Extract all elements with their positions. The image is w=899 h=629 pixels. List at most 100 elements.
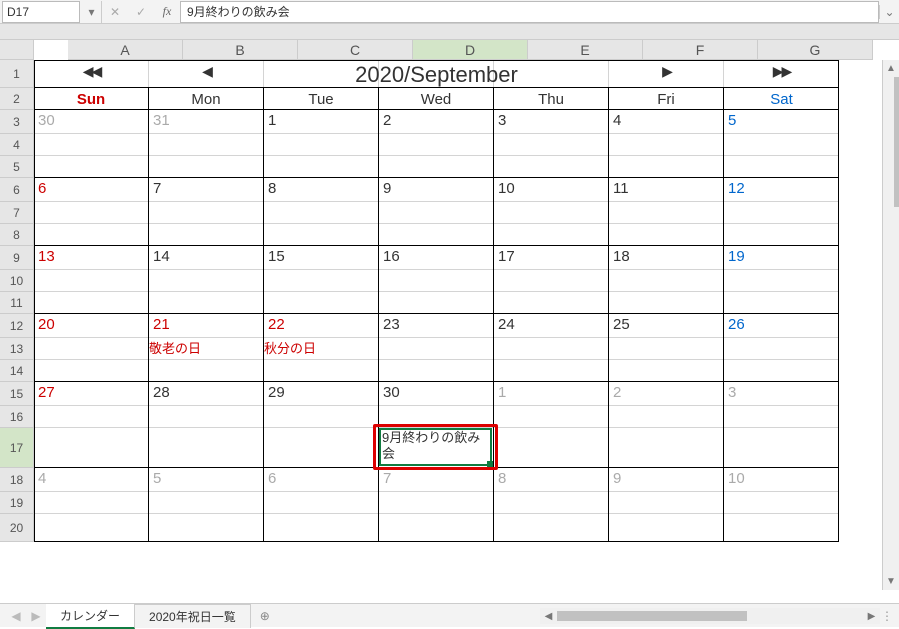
formula-input[interactable]: 9月終わりの飲み会: [180, 1, 879, 23]
vertical-scrollbar[interactable]: ▲ ▼: [882, 60, 899, 590]
holiday-label: 秋分の日: [264, 338, 379, 360]
highlight-box: [373, 424, 498, 470]
col-header[interactable]: F: [643, 40, 758, 60]
cancel-icon[interactable]: ✕: [102, 5, 128, 19]
row-header[interactable]: 9: [0, 246, 34, 270]
tab-next-icon[interactable]: ▶: [26, 609, 46, 623]
day-number: 4: [34, 468, 149, 492]
row-header[interactable]: 2: [0, 88, 34, 110]
namebox-dropdown-icon[interactable]: ▾: [82, 1, 102, 23]
holiday-label: 敬老の日: [149, 338, 264, 360]
day-number: 3: [494, 110, 609, 134]
day-number: 19: [724, 246, 839, 270]
row-header[interactable]: 10: [0, 270, 34, 292]
col-header[interactable]: C: [298, 40, 413, 60]
day-number: 2: [379, 110, 494, 134]
row-header[interactable]: 1: [0, 60, 34, 88]
day-number: 20: [34, 314, 149, 338]
sheet-area[interactable]: 2020/September◀◀◀▶▶▶SunMonTueWedThuFriSa…: [34, 60, 839, 542]
row-header[interactable]: 6: [0, 178, 34, 202]
row-header[interactable]: 8: [0, 224, 34, 246]
day-number: 8: [264, 178, 379, 202]
hscroll-right-icon[interactable]: ▶: [863, 611, 880, 622]
row-header[interactable]: 7: [0, 202, 34, 224]
day-number: 8: [494, 468, 609, 492]
day-number: 30: [379, 382, 494, 406]
vscroll-thumb[interactable]: [894, 77, 899, 207]
col-header[interactable]: B: [183, 40, 298, 60]
confirm-icon[interactable]: ✓: [128, 5, 154, 19]
row-header[interactable]: 12: [0, 314, 34, 338]
sheet-tabs-bar: ◀ ▶ カレンダー 2020年祝日一覧 ⊕ ⋮ ◀ ▶: [0, 603, 899, 627]
day-number: 24: [494, 314, 609, 338]
header-row: ABCDEFG: [0, 40, 899, 60]
row-header[interactable]: 17: [0, 428, 34, 468]
day-number: 7: [149, 178, 264, 202]
day-number: 16: [379, 246, 494, 270]
day-number: 13: [34, 246, 149, 270]
row-header[interactable]: 5: [0, 156, 34, 178]
day-number: 5: [724, 110, 839, 134]
day-number: 28: [149, 382, 264, 406]
row-header[interactable]: 15: [0, 382, 34, 406]
formula-value: 9月終わりの飲み会: [187, 3, 290, 20]
day-label: Thu: [494, 88, 609, 110]
col-header[interactable]: D: [413, 40, 528, 60]
day-number: 6: [264, 468, 379, 492]
day-number: 29: [264, 382, 379, 406]
row-header[interactable]: 20: [0, 514, 34, 542]
hscroll-track[interactable]: [557, 608, 863, 624]
vscroll-down-icon[interactable]: ▼: [883, 573, 899, 590]
row-header[interactable]: 11: [0, 292, 34, 314]
day-number: 10: [724, 468, 839, 492]
name-box[interactable]: D17: [2, 1, 80, 23]
day-number: 31: [149, 110, 264, 134]
column-headers: ABCDEFG: [68, 40, 873, 60]
row-header[interactable]: 19: [0, 492, 34, 514]
horizontal-scrollbar[interactable]: ◀ ▶: [540, 608, 880, 624]
day-number: 10: [494, 178, 609, 202]
fx-icon[interactable]: fx: [154, 4, 180, 19]
row-header[interactable]: 16: [0, 406, 34, 428]
vscroll-up-icon[interactable]: ▲: [883, 60, 899, 77]
row-header[interactable]: 3: [0, 110, 34, 134]
day-number: 9: [379, 178, 494, 202]
namebox-value: D17: [7, 5, 29, 19]
col-header[interactable]: E: [528, 40, 643, 60]
day-label: Tue: [264, 88, 379, 110]
tab-first-icon[interactable]: ◀: [6, 609, 26, 623]
day-number: 12: [724, 178, 839, 202]
day-number: 14: [149, 246, 264, 270]
day-label: Wed: [379, 88, 494, 110]
day-number: 26: [724, 314, 839, 338]
select-all-corner[interactable]: [0, 40, 34, 60]
tab-nav: ◀ ▶: [0, 609, 46, 623]
col-header[interactable]: A: [68, 40, 183, 60]
day-label: Sun: [34, 88, 149, 110]
formula-expand-icon[interactable]: ⌄: [879, 5, 899, 19]
day-number: 27: [34, 382, 149, 406]
day-number: 23: [379, 314, 494, 338]
day-number: 18: [609, 246, 724, 270]
day-number: 1: [494, 382, 609, 406]
day-number: 17: [494, 246, 609, 270]
add-sheet-icon[interactable]: ⊕: [251, 609, 279, 623]
row-header[interactable]: 18: [0, 468, 34, 492]
row-header[interactable]: 4: [0, 134, 34, 156]
sheet-tab-other[interactable]: 2020年祝日一覧: [135, 604, 251, 628]
day-number: 5: [149, 468, 264, 492]
day-number: 9: [609, 468, 724, 492]
day-label: Sat: [724, 88, 839, 110]
day-number: 11: [609, 178, 724, 202]
day-number: 2: [609, 382, 724, 406]
row-header[interactable]: 14: [0, 360, 34, 382]
formula-buttons: ✕ ✓ fx: [102, 4, 180, 19]
sheet-tab-active[interactable]: カレンダー: [46, 603, 135, 629]
hscroll-thumb[interactable]: [557, 611, 747, 621]
hscroll-left-icon[interactable]: ◀: [540, 611, 557, 622]
row-header[interactable]: 13: [0, 338, 34, 360]
col-header[interactable]: G: [758, 40, 873, 60]
day-label: Fri: [609, 88, 724, 110]
tab-label: カレンダー: [60, 609, 120, 623]
day-number: 3: [724, 382, 839, 406]
